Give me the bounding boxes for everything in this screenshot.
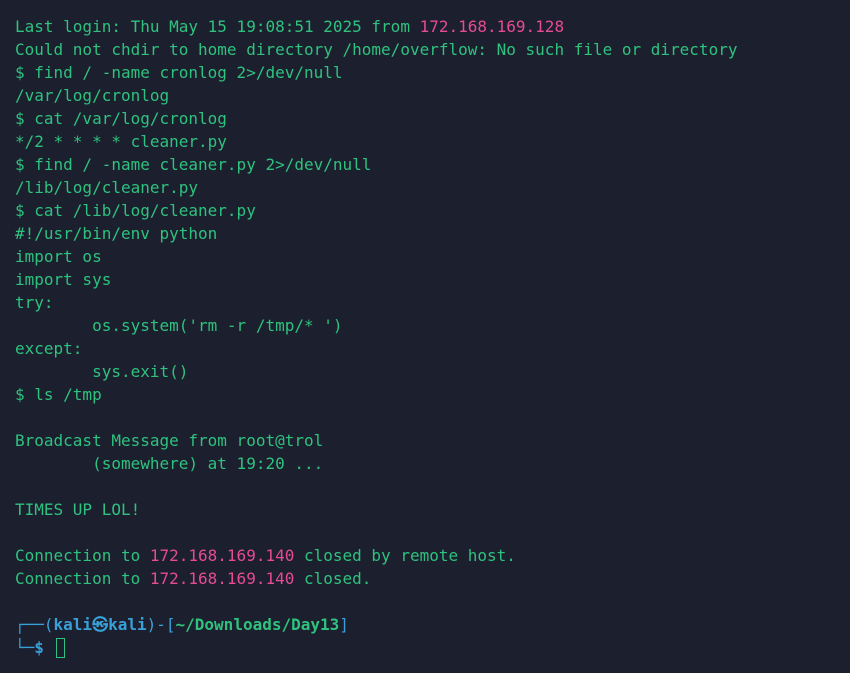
connection-ip: 172.168.169.140 <box>149 546 295 565</box>
prompt-header: ┌──(kali㉿kali)-[~/Downloads/Day13] <box>15 613 850 636</box>
command-line: $ ls /tmp <box>15 385 102 404</box>
prompt-cwd: ~/Downloads/Day13 <box>175 615 340 634</box>
prompt-box-top: ┌──( <box>15 615 54 634</box>
connection-suffix: closed. <box>294 569 372 588</box>
connection-closed-line: Connection to 172.168.169.140 closed by … <box>15 544 850 567</box>
command-line: $ cat /var/log/cronlog <box>15 109 227 128</box>
command-line: $ find / -name cronlog 2>/dev/null <box>15 63 343 82</box>
output-line: Could not chdir to home directory /home/… <box>15 40 738 59</box>
output-line: /lib/log/cleaner.py <box>15 178 199 197</box>
output-line: import sys <box>15 270 112 289</box>
output-line: sys.exit() <box>15 362 189 381</box>
prompt-input-line[interactable]: └─$ <box>15 636 850 659</box>
output-line: except: <box>15 339 83 358</box>
output-line: /var/log/cronlog <box>15 86 170 105</box>
output-line: */2 * * * * cleaner.py <box>15 132 227 151</box>
connection-prefix: Connection to <box>15 569 150 588</box>
command-line: $ find / -name cleaner.py 2>/dev/null <box>15 155 372 174</box>
broadcast-line: (somewhere) at 19:20 ... <box>15 454 324 473</box>
last-login-ip: 172.168.169.128 <box>419 17 565 36</box>
prompt-box-mid: )-[ <box>146 615 176 634</box>
prompt-box-bottom: └─ <box>15 638 35 657</box>
terminal-cursor[interactable] <box>55 638 65 658</box>
broadcast-line: Broadcast Message from root@trol <box>15 431 324 450</box>
broadcast-line: TIMES UP LOL! <box>15 500 141 519</box>
prompt-user: kali㉿kali <box>53 615 147 634</box>
output-line: try: <box>15 293 54 312</box>
connection-prefix: Connection to <box>15 546 150 565</box>
connection-suffix: closed by remote host. <box>294 546 516 565</box>
connection-closed-line: Connection to 172.168.169.140 closed. <box>15 567 850 590</box>
prompt-box-end: ] <box>339 615 349 634</box>
last-login-line: Last login: Thu May 15 19:08:51 2025 fro… <box>15 15 850 38</box>
command-line: $ cat /lib/log/cleaner.py <box>15 201 256 220</box>
output-line: os.system('rm -r /tmp/* ') <box>15 316 343 335</box>
output-line: import os <box>15 247 102 266</box>
connection-ip: 172.168.169.140 <box>149 569 295 588</box>
output-line: #!/usr/bin/env python <box>15 224 218 243</box>
terminal-window[interactable]: Last login: Thu May 15 19:08:51 2025 fro… <box>0 0 850 673</box>
prompt-symbol: $ <box>34 638 44 657</box>
last-login-text: Last login: Thu May 15 19:08:51 2025 fro… <box>15 17 420 36</box>
